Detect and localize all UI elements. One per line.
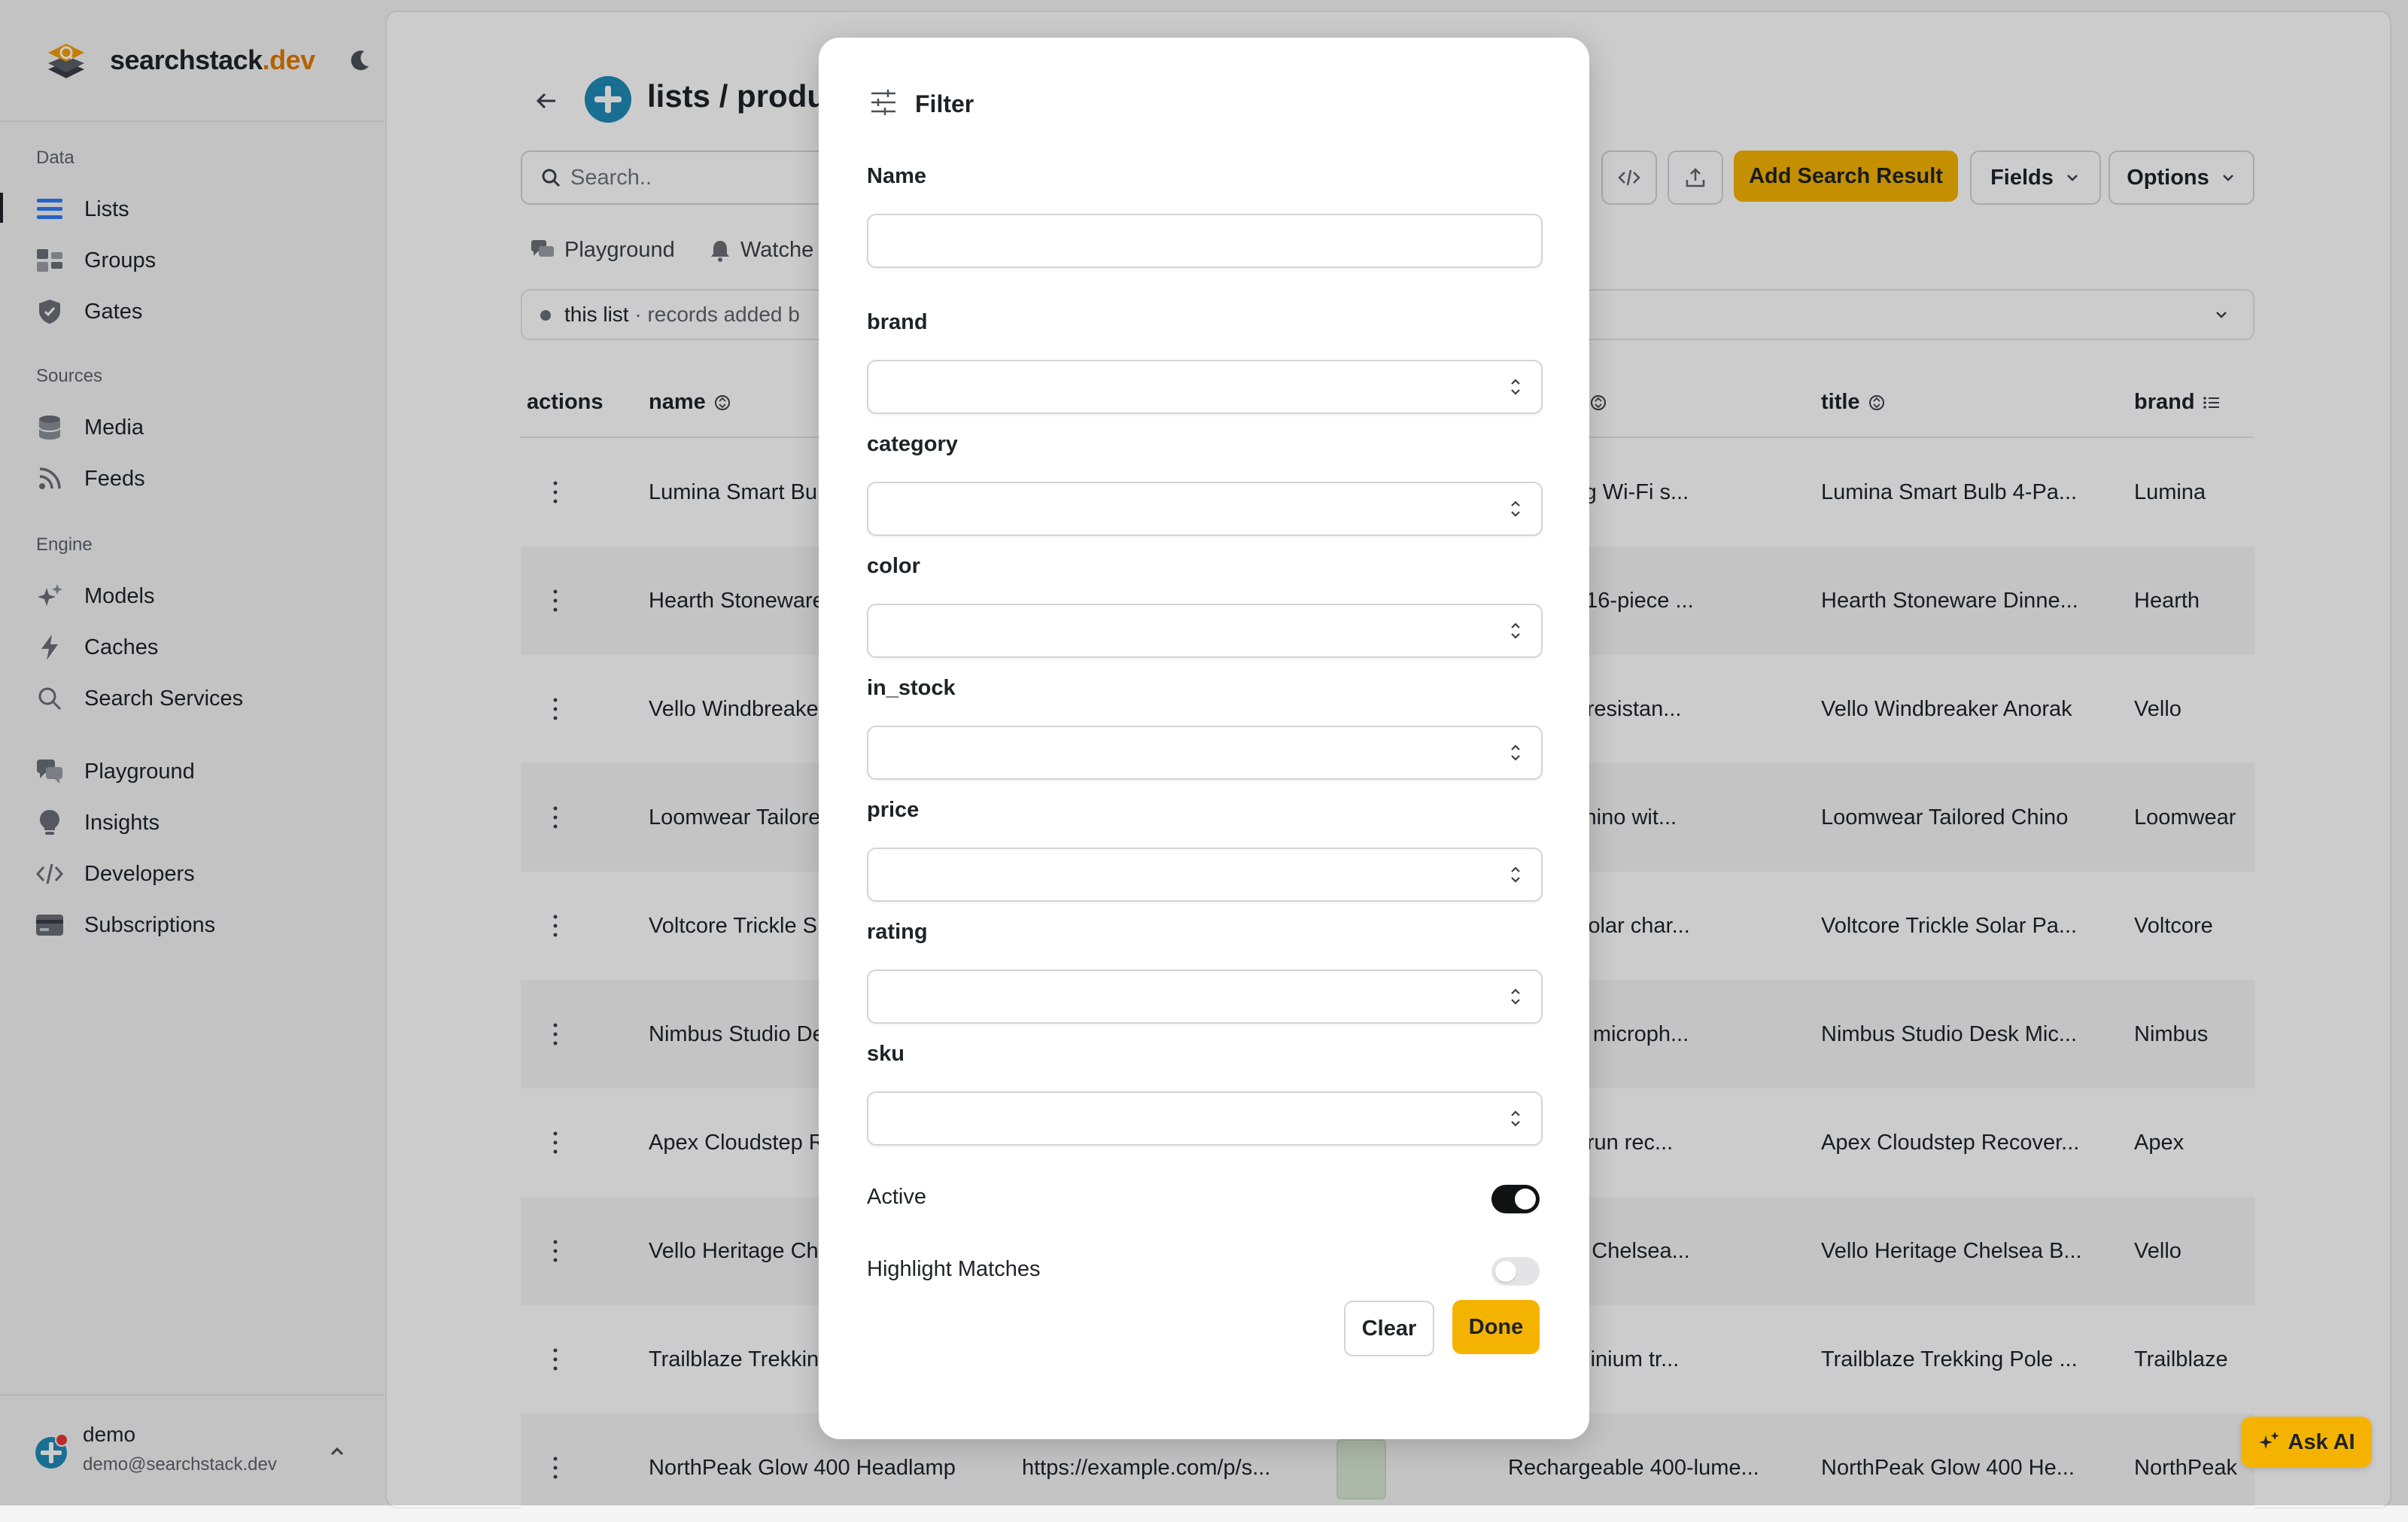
sliders-icon xyxy=(871,90,895,115)
clear-button[interactable]: Clear xyxy=(1344,1301,1434,1356)
brand-label: brand xyxy=(867,310,928,334)
highlight-matches-label: Highlight Matches xyxy=(867,1257,1041,1281)
updown-caret-icon xyxy=(1511,988,1520,1005)
name-input[interactable] xyxy=(867,214,1543,268)
toggle-knob xyxy=(1495,1261,1516,1282)
rating-label: rating xyxy=(867,920,928,944)
filter-dialog: Filter Name brand category color in_stoc… xyxy=(819,38,1589,1439)
updown-caret-icon xyxy=(1511,622,1520,639)
updown-caret-icon xyxy=(1511,744,1520,761)
category-select[interactable] xyxy=(867,482,1543,536)
in-stock-select[interactable] xyxy=(867,726,1543,780)
price-select[interactable] xyxy=(867,848,1543,902)
highlight-matches-toggle[interactable] xyxy=(1491,1257,1540,1286)
name-label: Name xyxy=(867,164,926,188)
updown-caret-icon xyxy=(1511,379,1520,395)
updown-caret-icon xyxy=(1511,866,1520,883)
sku-select[interactable] xyxy=(867,1091,1543,1146)
updown-caret-icon xyxy=(1511,1110,1520,1127)
ask-ai-label: Ask AI xyxy=(2288,1429,2355,1454)
category-label: category xyxy=(867,432,958,456)
color-label: color xyxy=(867,554,920,578)
active-label: Active xyxy=(867,1185,926,1209)
dialog-title: Filter xyxy=(915,90,974,117)
price-label: price xyxy=(867,798,920,822)
ask-ai-button[interactable]: Ask AI xyxy=(2241,1417,2372,1468)
done-button[interactable]: Done xyxy=(1452,1300,1540,1354)
in-stock-label: in_stock xyxy=(867,676,956,700)
toggle-knob xyxy=(1515,1189,1536,1210)
brand-select[interactable] xyxy=(867,360,1543,414)
updown-caret-icon xyxy=(1511,501,1520,517)
rating-select[interactable] xyxy=(867,970,1543,1024)
sparkles-icon xyxy=(2259,1432,2279,1449)
sku-label: sku xyxy=(867,1042,905,1066)
color-select[interactable] xyxy=(867,604,1543,658)
active-toggle[interactable] xyxy=(1491,1185,1540,1213)
